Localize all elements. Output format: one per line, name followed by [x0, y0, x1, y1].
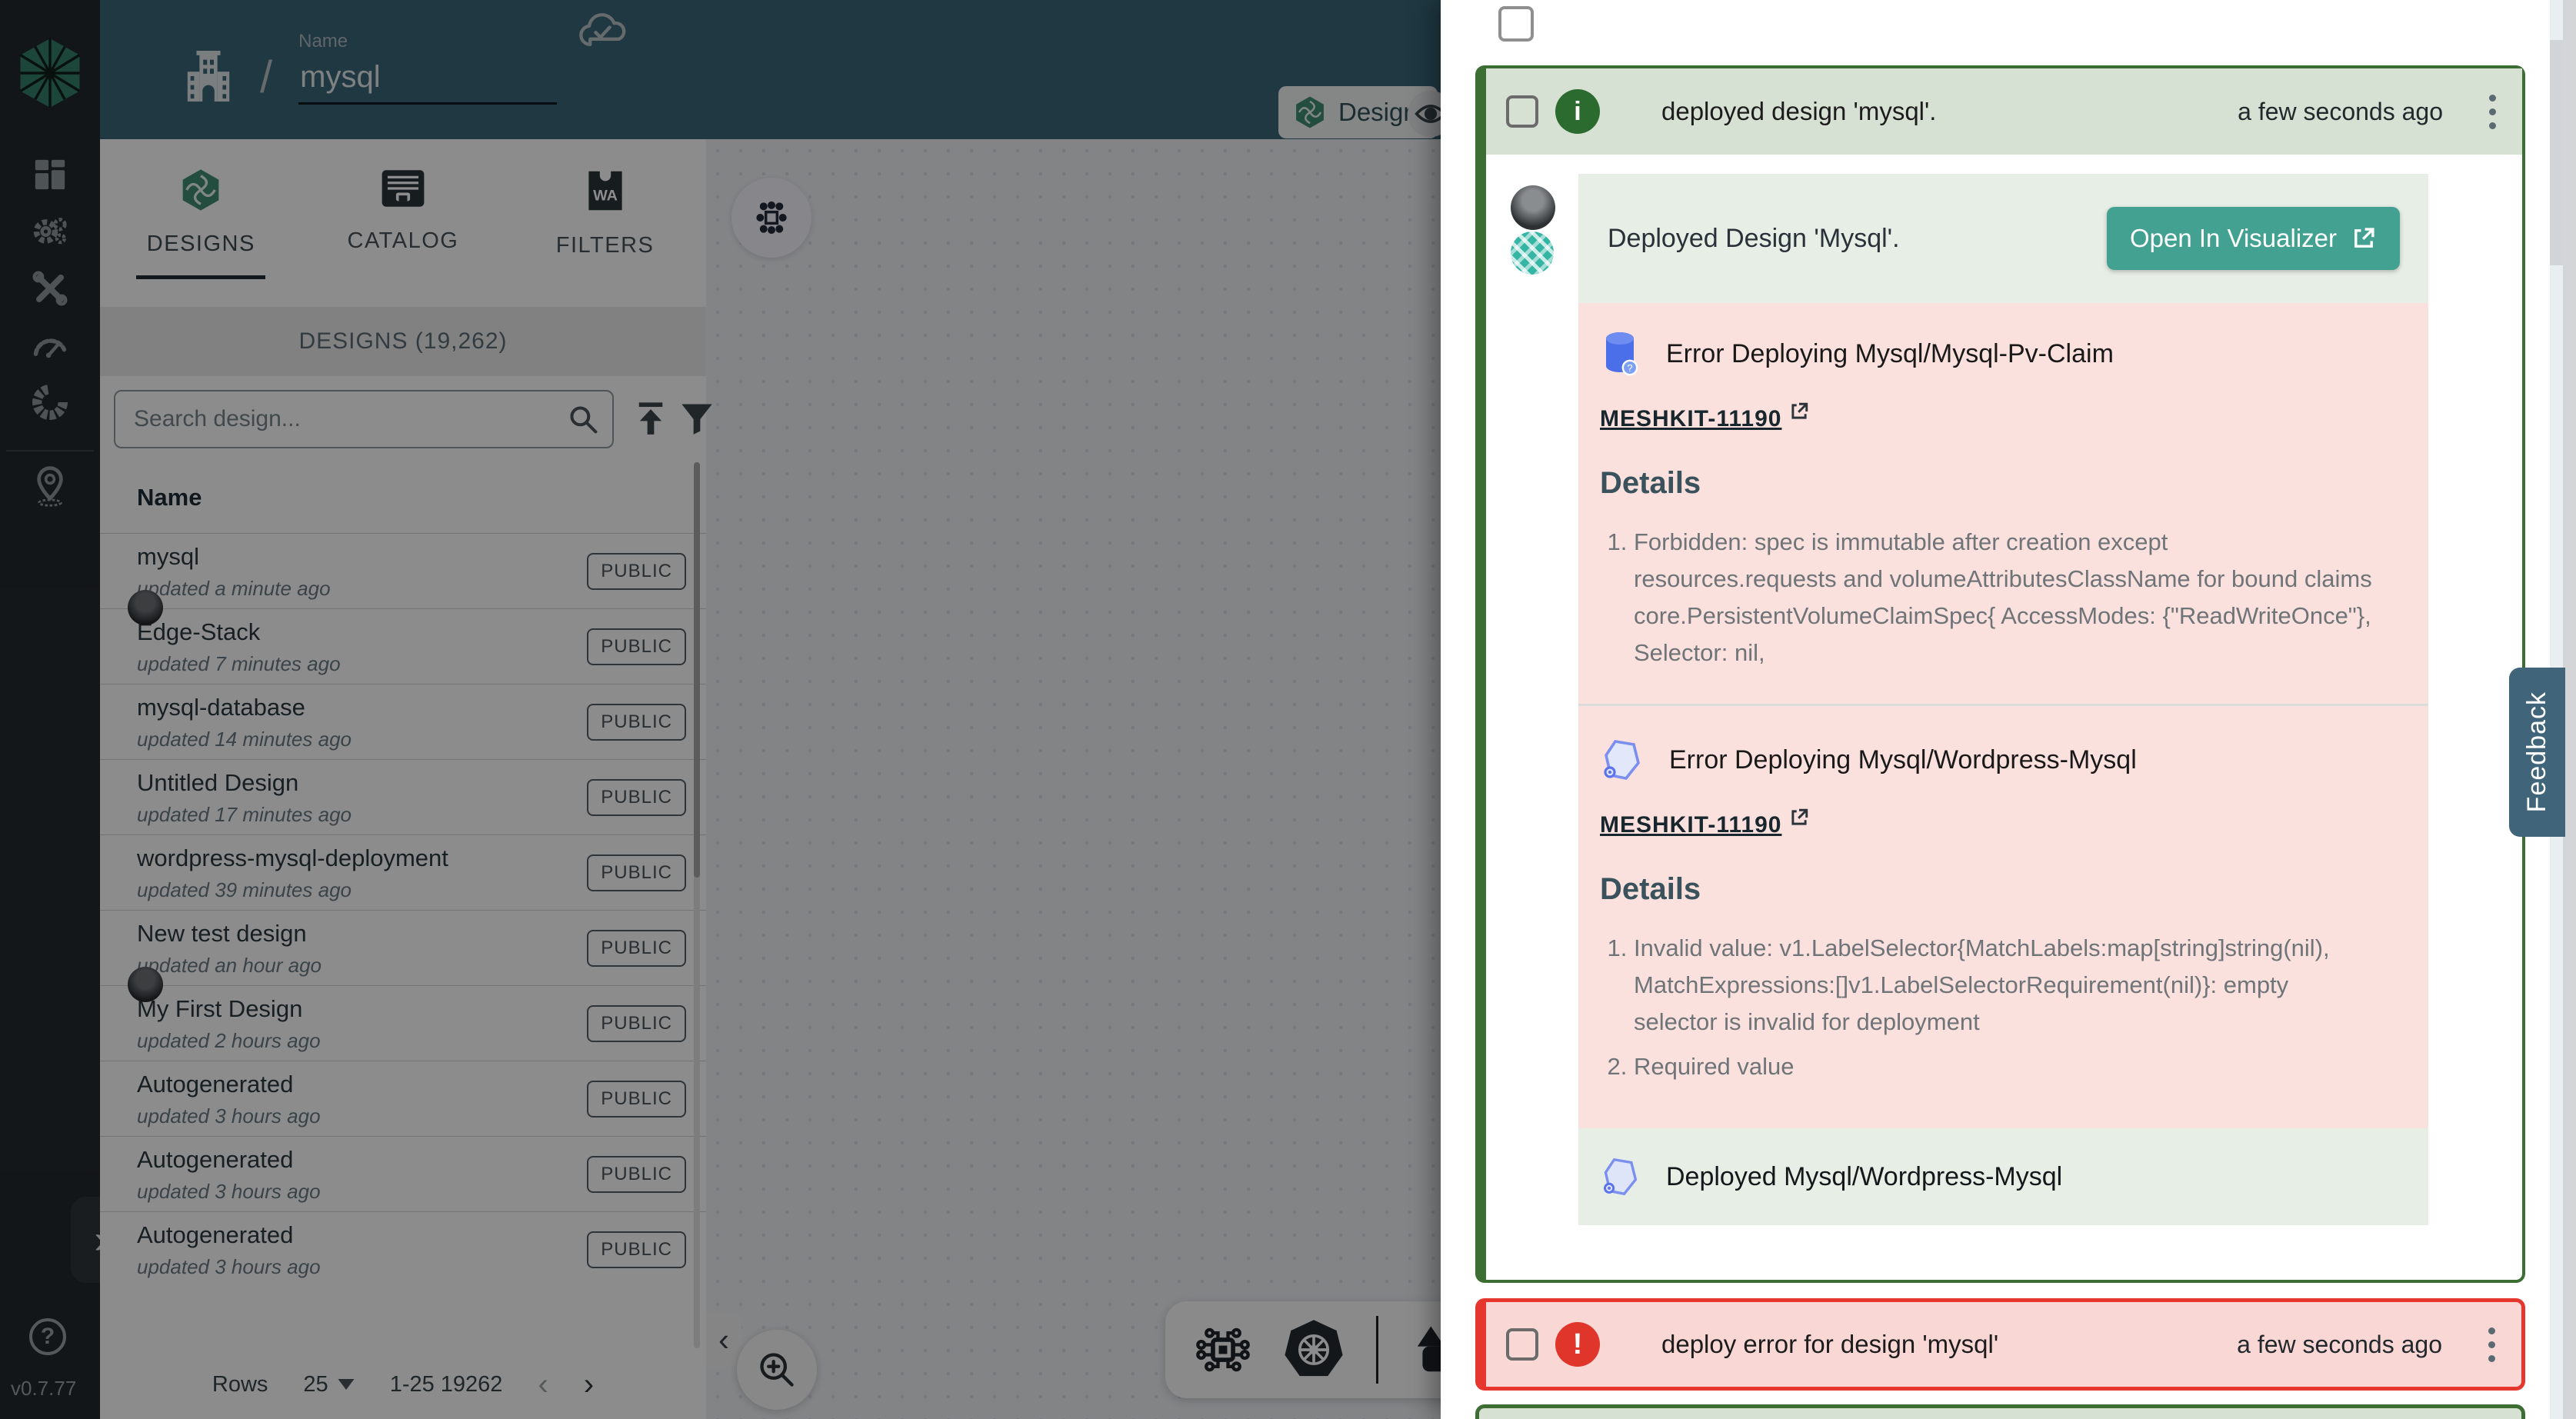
- modal-backdrop[interactable]: [0, 0, 1441, 1419]
- error-details-section: ? Error Deploying Mysql/Mysql-Pv-Claim M…: [1578, 303, 2428, 1128]
- deploy-summary-text: Deployed Design 'Mysql'.: [1608, 224, 1900, 254]
- notification-card-error[interactable]: ! deploy error for design 'mysql' a few …: [1475, 1298, 2525, 1391]
- pvc-database-icon: ?: [1600, 331, 1640, 377]
- section-divider: [1578, 704, 2428, 706]
- open-in-visualizer-label: Open In Visualizer: [2130, 224, 2337, 253]
- actor-avatar-column: [1511, 185, 1557, 275]
- notification-timestamp: a few seconds ago: [2237, 1331, 2442, 1359]
- notification-card-success[interactable]: i deployed design 'mysql'. a few seconds…: [1475, 65, 2525, 1283]
- user-avatar: [1511, 185, 1555, 230]
- select-all-checkbox[interactable]: [1498, 6, 1534, 42]
- notification-header: i deployed design 'mysql'. a few seconds…: [1486, 68, 2522, 155]
- details-heading: Details: [1600, 872, 2359, 907]
- wordpress-pentagon-icon: [1600, 1155, 1640, 1198]
- error-item: Required value: [1634, 1048, 2377, 1085]
- notification-checkbox[interactable]: [1506, 95, 1538, 128]
- error-icon: !: [1555, 1322, 1600, 1367]
- wordpress-pentagon-icon: [1600, 737, 1643, 783]
- error-item: Forbidden: spec is immutable after creat…: [1634, 524, 2377, 671]
- error-title: Error Deploying Mysql/Wordpress-Mysql: [1669, 745, 2137, 775]
- external-link-icon: [1789, 808, 1809, 828]
- kebab-menu-icon[interactable]: [2486, 92, 2499, 132]
- notification-title: deployed design 'mysql'.: [1661, 97, 2221, 126]
- meshery-app: › ? v0.7.77: [0, 0, 2576, 1419]
- notification-body: Deployed Design 'Mysql'. Open In Visuali…: [1486, 155, 2522, 1225]
- svg-text:?: ?: [1627, 362, 1632, 374]
- notification-title: deploy error for design 'mysql': [1661, 1330, 2220, 1359]
- error-items-list: Forbidden: spec is immutable after creat…: [1600, 524, 2377, 671]
- notification-card-partial[interactable]: [1475, 1404, 2525, 1419]
- notification-timestamp: a few seconds ago: [2238, 98, 2443, 126]
- info-icon: i: [1555, 89, 1600, 134]
- error-title: Error Deploying Mysql/Mysql-Pv-Claim: [1666, 339, 2114, 369]
- notification-center-drawer: i deployed design 'mysql'. a few seconds…: [1441, 0, 2576, 1419]
- deploy-summary-strip: Deployed Design 'Mysql'. Open In Visuali…: [1578, 174, 2428, 303]
- open-in-visualizer-button[interactable]: Open In Visualizer: [2107, 207, 2400, 270]
- notification-checkbox[interactable]: [1506, 1328, 1538, 1361]
- kebab-menu-icon[interactable]: [2485, 1324, 2498, 1365]
- external-link-icon: [2351, 225, 2377, 251]
- scrollbar-thumb[interactable]: [2550, 40, 2563, 265]
- meshery-pattern-badge: [1511, 232, 1554, 275]
- external-link-icon: [1789, 401, 1809, 421]
- deployed-component-text: Deployed Mysql/Wordpress-Mysql: [1666, 1162, 2062, 1192]
- error-item: Invalid value: v1.LabelSelector{MatchLab…: [1634, 930, 2377, 1041]
- feedback-label: Feedback: [2522, 691, 2552, 812]
- meshkit-error-link[interactable]: MESHKIT-11190: [1600, 812, 1781, 838]
- details-heading: Details: [1600, 466, 2359, 501]
- error-items-list: Invalid value: v1.LabelSelector{MatchLab…: [1600, 930, 2377, 1085]
- meshkit-error-link[interactable]: MESHKIT-11190: [1600, 406, 1781, 432]
- deployed-component-strip: Deployed Mysql/Wordpress-Mysql: [1578, 1128, 2428, 1225]
- feedback-tab[interactable]: Feedback: [2509, 668, 2565, 837]
